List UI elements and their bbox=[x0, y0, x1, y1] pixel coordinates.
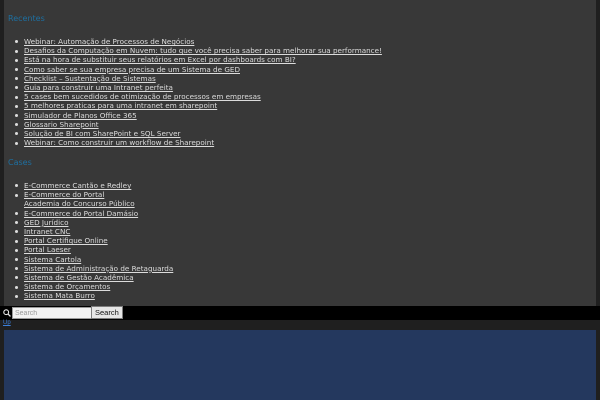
list-item-link[interactable]: Sistema Mata Burro bbox=[24, 291, 95, 300]
list-item-link[interactable]: Portal Certifique Online bbox=[24, 236, 108, 245]
list-item: Checklist – Sustentação de Sistemas bbox=[14, 74, 382, 83]
search-input[interactable] bbox=[12, 307, 92, 319]
list-item-link[interactable]: Glossario Sharepoint bbox=[24, 120, 99, 129]
section-title-cases: Cases bbox=[8, 158, 32, 167]
list-item: Sistema Mata Burro bbox=[14, 291, 173, 300]
search-icon bbox=[3, 309, 11, 317]
list-item-link[interactable]: 5 cases bem sucedidos de otimização de p… bbox=[24, 92, 261, 101]
list-item-link[interactable]: Desafios da Computação em Nuvem: tudo qu… bbox=[24, 46, 382, 55]
list-item-link[interactable]: Webinar: Como construir um workflow de S… bbox=[24, 138, 214, 147]
list-item: E-Commerce Cantão e Redley bbox=[14, 181, 173, 190]
list-item-link[interactable]: E-Commerce do Portal Damásio bbox=[24, 209, 138, 218]
list-item: 5 melhores praticas para uma intranet em… bbox=[14, 101, 382, 110]
list-item: Como saber se sua empresa precisa de um … bbox=[14, 65, 382, 74]
search-button[interactable]: Search bbox=[91, 306, 123, 319]
list-item-link[interactable]: E-Commerce do Portal Academia do Concurso… bbox=[24, 190, 173, 208]
list-item: Sistema de Administração de Retaguarda bbox=[14, 264, 173, 273]
list-item-link[interactable]: Intranet CNC bbox=[24, 227, 70, 236]
list-item: Desafios da Computação em Nuvem: tudo qu… bbox=[14, 46, 382, 55]
list-item-link[interactable]: E-Commerce Cantão e Redley bbox=[24, 181, 131, 190]
list-item: Portal Laeser bbox=[14, 245, 173, 254]
list-item-link[interactable]: Sistema Cartola bbox=[24, 255, 81, 264]
list-item: Webinar: Automação de Processos de Negóc… bbox=[14, 37, 382, 46]
list-item: Simulador de Planos Office 365 bbox=[14, 111, 382, 120]
list-item-link[interactable]: Sistema de Gestão Acadêmica bbox=[24, 273, 134, 282]
list-item: Guia para construir uma Intranet perfeit… bbox=[14, 83, 382, 92]
list-item: 5 cases bem sucedidos de otimização de p… bbox=[14, 92, 382, 101]
list-item: Webinar: Como construir um workflow de S… bbox=[14, 138, 382, 147]
list-item-link[interactable]: Solução de BI com SharePoint e SQL Serve… bbox=[24, 129, 180, 138]
list-item: Sistema Cartola bbox=[14, 255, 173, 264]
footer-area bbox=[4, 330, 596, 400]
back-to-top-link[interactable]: Up bbox=[3, 320, 11, 326]
list-item-link[interactable]: GED Jurídico bbox=[24, 218, 68, 227]
list-item: Solução de BI com SharePoint e SQL Serve… bbox=[14, 129, 382, 138]
list-item-link[interactable]: Sistema de Orçamentos bbox=[24, 282, 110, 291]
recent-posts-list: Webinar: Automação de Processos de Negóc… bbox=[14, 37, 382, 147]
sidebar-panel: Recentes Webinar: Automação de Processos… bbox=[4, 0, 596, 306]
list-item: E-Commerce do Portal Academia do Concurso… bbox=[14, 190, 173, 208]
list-item: Glossario Sharepoint bbox=[14, 120, 382, 129]
list-item: Sistema de Gestão Acadêmica bbox=[14, 273, 173, 282]
list-item-link[interactable]: Como saber se sua empresa precisa de um … bbox=[24, 65, 240, 74]
search-bar: Search bbox=[0, 306, 600, 320]
section-title-recentes: Recentes bbox=[8, 14, 45, 23]
list-item-link[interactable]: Portal Laeser bbox=[24, 245, 71, 254]
list-item: Está na hora de substituir seus relatóri… bbox=[14, 55, 382, 64]
list-item-link[interactable]: 5 melhores praticas para uma intranet em… bbox=[24, 101, 217, 110]
list-item-link[interactable]: Está na hora de substituir seus relatóri… bbox=[24, 55, 296, 64]
list-item-link[interactable]: Guia para construir uma Intranet perfeit… bbox=[24, 83, 173, 92]
list-item: Sistema de Orçamentos bbox=[14, 282, 173, 291]
list-item-link[interactable]: Simulador de Planos Office 365 bbox=[24, 111, 137, 120]
list-item-link[interactable]: Sistema de Administração de Retaguarda bbox=[24, 264, 173, 273]
cases-list: E-Commerce Cantão e Redley E-Commerce do … bbox=[14, 181, 173, 301]
list-item: Portal Certifique Online bbox=[14, 236, 173, 245]
list-item: E-Commerce do Portal Damásio bbox=[14, 209, 173, 218]
list-item-link[interactable]: Webinar: Automação de Processos de Negóc… bbox=[24, 37, 194, 46]
list-item: Intranet CNC bbox=[14, 227, 173, 236]
list-item: GED Jurídico bbox=[14, 218, 173, 227]
list-item-link[interactable]: Checklist – Sustentação de Sistemas bbox=[24, 74, 156, 83]
